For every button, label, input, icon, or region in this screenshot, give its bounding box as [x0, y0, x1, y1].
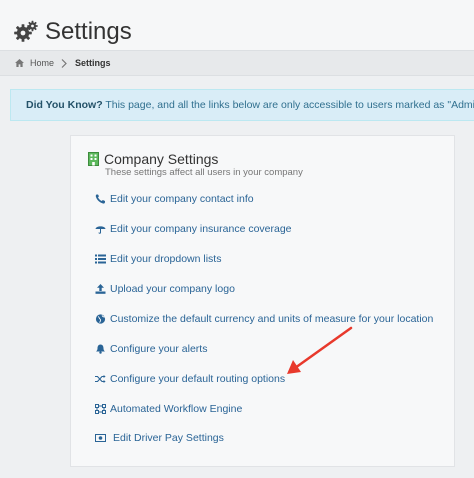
link-configure-alerts[interactable]: Configure your alerts	[110, 341, 207, 357]
link-edit-dropdown-lists[interactable]: Edit your dropdown lists	[110, 251, 221, 267]
link-edit-contact-info[interactable]: Edit your company contact info	[110, 191, 254, 207]
list-icon	[95, 254, 106, 264]
page-title: Settings	[45, 18, 132, 45]
chevron-right-icon	[61, 59, 67, 68]
building-icon	[88, 152, 99, 166]
globe-icon	[95, 314, 106, 324]
home-icon	[15, 59, 24, 67]
breadcrumb-current: Settings	[75, 58, 111, 68]
breadcrumb: Home Settings	[0, 50, 474, 76]
money-icon	[95, 434, 106, 442]
phone-icon	[95, 194, 105, 204]
link-customize-currency-units[interactable]: Customize the default currency and units…	[110, 311, 433, 327]
link-upload-logo[interactable]: Upload your company logo	[110, 281, 235, 297]
page-header: Settings	[0, 0, 474, 50]
panel-title: Company Settings	[104, 151, 219, 167]
notice-text: This page, and all the links below are o…	[102, 99, 474, 111]
notice-heading: Did You Know?	[26, 99, 103, 111]
gears-icon	[14, 20, 38, 42]
link-configure-routing[interactable]: Configure your default routing options	[110, 371, 285, 387]
link-edit-driver-pay[interactable]: Edit Driver Pay Settings	[113, 430, 224, 446]
breadcrumb-home-link[interactable]: Home	[30, 51, 54, 75]
company-settings-panel	[70, 135, 455, 467]
link-workflow-engine[interactable]: Automated Workflow Engine	[110, 401, 242, 417]
panel-subtitle: These settings affect all users in your …	[105, 167, 303, 178]
workflow-icon	[95, 404, 106, 414]
shuffle-icon	[95, 375, 106, 383]
info-notice: Did You Know? This page, and all the lin…	[10, 89, 474, 121]
link-edit-insurance[interactable]: Edit your company insurance coverage	[110, 221, 292, 237]
upload-icon	[95, 284, 106, 294]
umbrella-icon	[95, 226, 106, 234]
bell-icon	[96, 344, 105, 354]
